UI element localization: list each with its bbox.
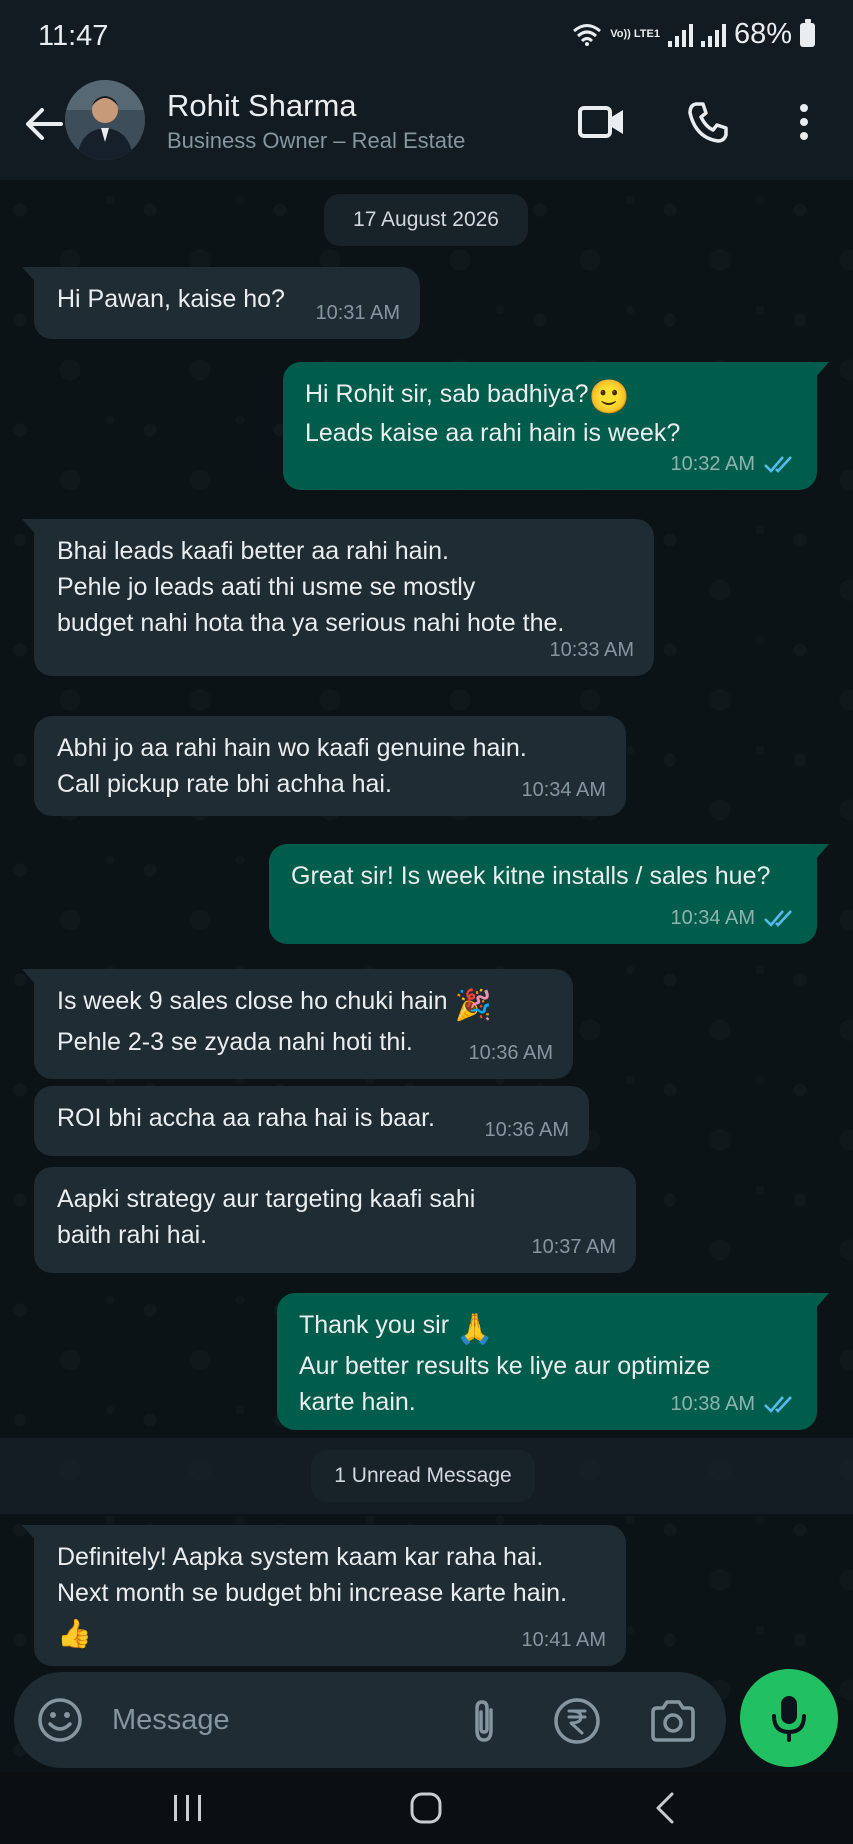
- emoji-button[interactable]: [36, 1696, 84, 1744]
- message-bubble-outgoing[interactable]: Hi Rohit sir, sab badhiya?🙂 Leads kaise …: [283, 362, 829, 490]
- folded-hands-emoji: 🙏: [456, 1313, 494, 1346]
- message-bubble-incoming[interactable]: Aapki strategy aur targeting kaafi sahi …: [34, 1167, 636, 1273]
- message-text: Hi Rohit sir, sab badhiya?: [305, 380, 589, 408]
- rupee-payment-icon: [554, 1698, 600, 1744]
- message-bubble-outgoing[interactable]: Great sir! Is week kitne installs / sale…: [269, 844, 829, 944]
- date-chip: 17 August 2026: [324, 194, 528, 246]
- thumbs-up-emoji: 👍: [57, 1618, 92, 1649]
- message-text: budget nahi hota tha ya serious nahi hot…: [57, 609, 565, 637]
- read-ticks-icon: [764, 456, 792, 473]
- avatar-photo: [65, 80, 145, 160]
- message-bubble-incoming[interactable]: Definitely! Aapka system kaam kar raha h…: [22, 1525, 626, 1666]
- message-time: 10:33 AM: [549, 639, 634, 661]
- message-bubble-incoming[interactable]: ROI bhi accha aa raha hai is baar. 10:36…: [34, 1086, 589, 1156]
- mic-icon: [772, 1696, 806, 1742]
- chat-header: Rohit Sharma Business Owner – Real Estat…: [0, 72, 853, 180]
- message-text: Aur better results ke liye aur optimize: [299, 1352, 711, 1380]
- payment-button[interactable]: [552, 1696, 602, 1746]
- message-bubble-incoming[interactable]: Bhai leads kaafi better aa rahi hain. Pe…: [22, 519, 654, 676]
- chat-screen: 11:47 Vo)) LTE1 68% Rohit Sharma Busines…: [0, 0, 853, 1844]
- avatar[interactable]: [65, 80, 145, 160]
- message-text: Bhai leads kaafi better aa rahi hain.: [57, 537, 449, 565]
- message-text: Great sir! Is week kitne installs / sale…: [291, 862, 771, 890]
- message-composer: [14, 1672, 726, 1768]
- more-options-icon: [800, 104, 808, 140]
- message-time: 10:32 AM: [670, 453, 755, 475]
- message-text: Aapki strategy aur targeting kaafi sahi: [57, 1185, 476, 1213]
- message-text: Thank you sir: [299, 1311, 450, 1339]
- recents-button[interactable]: [153, 1782, 223, 1834]
- status-icons: Vo)) LTE1 68%: [572, 18, 815, 51]
- smiley-emoji: 🙂: [588, 378, 630, 415]
- message-time: 10:41 AM: [521, 1629, 606, 1651]
- read-ticks-icon: [764, 1396, 792, 1413]
- home-button[interactable]: [391, 1782, 461, 1834]
- message-list[interactable]: 17 August 2026 Hi Pawan, kaise ho? 10:31…: [0, 180, 853, 1770]
- signal-icon: [667, 23, 693, 47]
- voice-message-button[interactable]: [740, 1669, 838, 1767]
- message-meta: 10:34 AM: [670, 900, 797, 936]
- network-type-label: Vo)) LTE1: [610, 28, 660, 40]
- read-ticks-icon: [764, 910, 792, 927]
- camera-button[interactable]: [648, 1696, 698, 1746]
- camera-icon: [651, 1700, 695, 1742]
- video-call-button[interactable]: [572, 92, 632, 152]
- recents-icon: [174, 1795, 201, 1821]
- status-time: 11:47: [38, 20, 109, 52]
- more-options-button[interactable]: [774, 92, 834, 152]
- message-meta: 10:38 AM: [670, 1386, 797, 1422]
- message-time: 10:31 AM: [315, 302, 400, 324]
- message-bubble-outgoing[interactable]: Thank you sir 🙏 Aur better results ke li…: [277, 1293, 829, 1430]
- contact-name[interactable]: Rohit Sharma: [167, 88, 357, 124]
- battery-percent: 68%: [733, 18, 792, 50]
- party-popper-emoji: 🎉: [454, 989, 492, 1022]
- system-nav-bar: [0, 1772, 853, 1844]
- message-text: Pehle jo leads aati thi usme se mostly: [57, 573, 476, 601]
- message-bubble-incoming[interactable]: Abhi jo aa rahi hain wo kaafi genuine ha…: [34, 716, 626, 816]
- message-text: baith rahi hai.: [57, 1221, 208, 1249]
- message-input[interactable]: [110, 1694, 440, 1746]
- message-bubble-incoming[interactable]: Hi Pawan, kaise ho? 10:31 AM: [22, 267, 420, 339]
- status-bar: 11:47 Vo)) LTE1 68%: [0, 0, 853, 72]
- video-call-icon: [578, 106, 623, 138]
- message-text: Is week 9 sales close ho chuki hain: [57, 987, 448, 1015]
- unread-chip: 1 Unread Message: [311, 1450, 535, 1502]
- back-nav-button[interactable]: [630, 1782, 700, 1834]
- battery-icon: [800, 18, 815, 47]
- message-time: 10:36 AM: [484, 1119, 569, 1141]
- signal-icon-2: [700, 23, 726, 47]
- message-meta: 10:32 AM: [670, 446, 797, 482]
- attach-button[interactable]: [460, 1696, 510, 1746]
- voice-call-icon: [688, 102, 728, 143]
- message-text: Next month se budget bhi increase karte …: [57, 1579, 568, 1607]
- message-time: 10:36 AM: [468, 1042, 553, 1064]
- wifi-icon: [573, 23, 602, 46]
- message-text: Abhi jo aa rahi hain wo kaafi genuine ha…: [57, 734, 527, 762]
- contact-subtitle[interactable]: Business Owner – Real Estate: [167, 128, 465, 154]
- message-time: 10:37 AM: [531, 1236, 616, 1258]
- home-icon: [410, 1792, 442, 1824]
- message-time: 10:34 AM: [521, 779, 606, 801]
- message-bubble-incoming[interactable]: Is week 9 sales close ho chuki hain 🎉 Pe…: [22, 969, 573, 1079]
- back-chevron-icon: [656, 1792, 674, 1824]
- voice-call-button[interactable]: [678, 92, 738, 152]
- emoji-icon: [38, 1698, 82, 1742]
- attach-icon: [475, 1700, 493, 1742]
- message-text: Definitely! Aapka system kaam kar raha h…: [57, 1543, 544, 1571]
- message-time: 10:34 AM: [670, 907, 755, 929]
- message-time: 10:38 AM: [670, 1393, 755, 1415]
- back-arrow-icon: [26, 108, 63, 140]
